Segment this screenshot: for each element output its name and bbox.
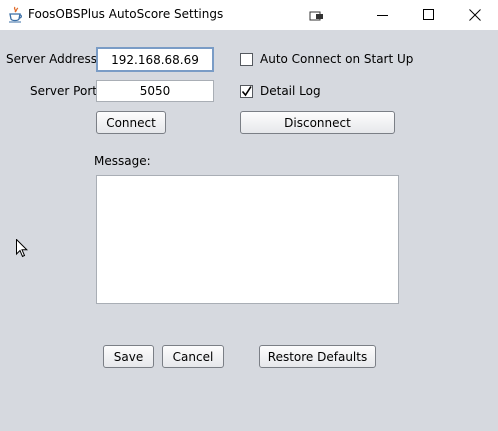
server-address-input[interactable]	[96, 47, 214, 72]
java-app-icon	[7, 6, 23, 23]
minimize-button[interactable]	[360, 0, 406, 30]
restore-defaults-button[interactable]: Restore Defaults	[259, 345, 376, 368]
title-bar: FoosOBSPlus AutoScore Settings	[0, 0, 498, 30]
checkmark-icon	[241, 86, 252, 97]
window-title: FoosOBSPlus AutoScore Settings	[28, 7, 224, 21]
mouse-pointer-icon	[16, 238, 29, 262]
close-icon	[469, 9, 481, 21]
message-textarea[interactable]	[96, 175, 399, 304]
close-button[interactable]	[452, 0, 498, 30]
connect-button[interactable]: Connect	[96, 111, 166, 134]
maximize-button[interactable]	[406, 0, 452, 30]
detail-log-checkbox[interactable]	[240, 85, 253, 98]
cancel-button[interactable]: Cancel	[162, 345, 224, 368]
detail-log-label: Detail Log	[260, 84, 321, 98]
server-port-input[interactable]	[96, 80, 214, 102]
minimize-icon	[377, 15, 388, 16]
message-label: Message:	[94, 154, 151, 168]
server-port-label: Server Port	[30, 84, 97, 98]
disconnect-button[interactable]: Disconnect	[240, 111, 395, 134]
save-button[interactable]: Save	[103, 345, 154, 368]
server-address-label: Server Address	[6, 52, 97, 66]
maximize-icon	[423, 9, 434, 20]
auto-connect-label: Auto Connect on Start Up	[260, 52, 414, 66]
window-mode-icon[interactable]	[309, 8, 325, 22]
auto-connect-checkbox[interactable]	[240, 53, 253, 66]
